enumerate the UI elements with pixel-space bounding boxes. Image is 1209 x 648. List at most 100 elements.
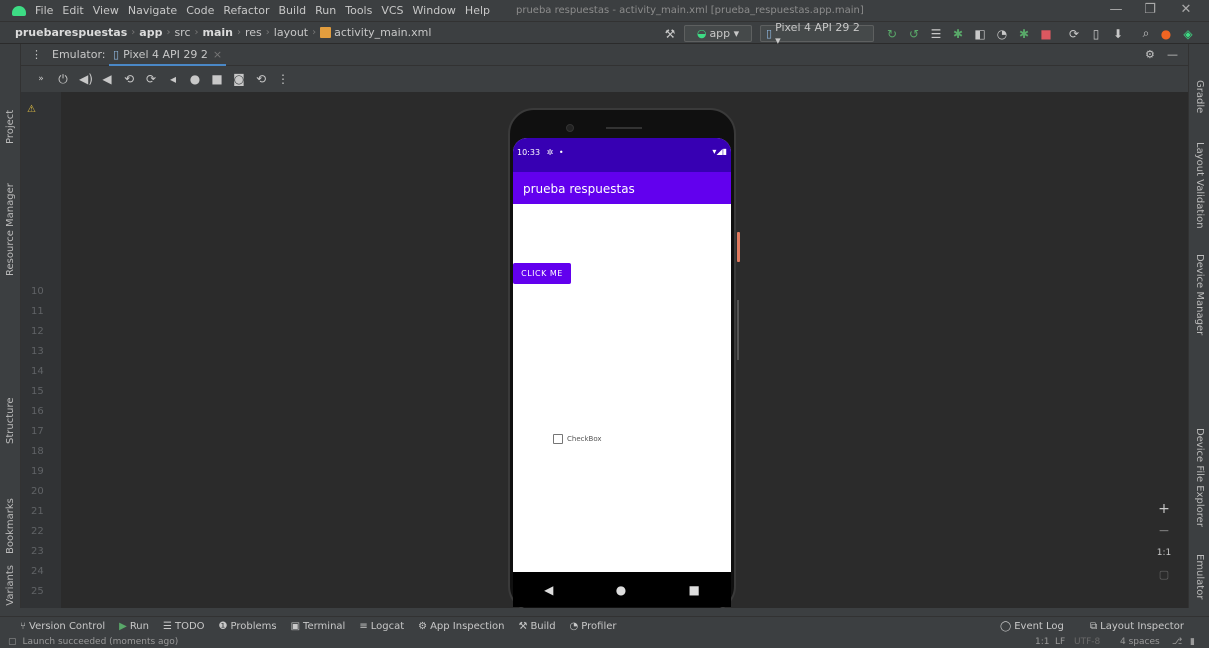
breadcrumb-main[interactable]: main <box>203 26 234 39</box>
rotate-right-icon[interactable]: ⟳ <box>145 72 157 86</box>
line-separator[interactable]: LF <box>1055 637 1065 647</box>
snapshot-icon[interactable]: ⟲ <box>255 72 267 86</box>
back-icon[interactable]: ◂ <box>167 72 179 86</box>
zoom-in-button[interactable]: + <box>1158 498 1170 520</box>
nav-recent-icon[interactable]: ■ <box>689 583 700 597</box>
phone-power-key[interactable] <box>737 232 740 262</box>
git-icon[interactable]: ⎇ <box>1172 637 1182 647</box>
indent-setting[interactable]: 4 spaces <box>1120 637 1160 647</box>
tool-layout-inspector[interactable]: ⧉ Layout Inspector <box>1090 621 1184 632</box>
apply-code-changes-icon[interactable]: ↺ <box>906 25 922 42</box>
breadcrumb-layout[interactable]: layout <box>274 26 308 39</box>
search-icon[interactable]: ⌕ <box>1138 25 1154 42</box>
panel-toggle-icon[interactable]: ▢ <box>8 637 17 647</box>
breadcrumb-app[interactable]: app <box>139 26 162 39</box>
tool-run[interactable]: ▶ Run <box>119 621 149 632</box>
hammer-icon[interactable]: ⚒ <box>662 25 678 42</box>
zoom-fit-icon[interactable]: ▢ <box>1159 564 1169 586</box>
restore-button[interactable]: ❐ <box>1140 2 1160 17</box>
tool-tab-layout-validation[interactable]: Layout Validation <box>1194 142 1205 229</box>
hide-panel-icon[interactable]: — <box>1167 48 1178 61</box>
menu-help[interactable]: Help <box>465 4 490 17</box>
tool-problems[interactable]: ❶ Problems <box>219 621 277 632</box>
power-icon[interactable]: ⏻ <box>57 72 69 87</box>
checkbox-box[interactable] <box>553 434 563 444</box>
zoom-out-button[interactable]: − <box>1158 520 1170 542</box>
status-message[interactable]: Launch succeeded (moments ago) <box>23 637 179 647</box>
attach-debugger-icon[interactable]: ✱ <box>1016 25 1032 42</box>
stop-icon[interactable]: ■ <box>1038 25 1054 42</box>
menu-tools[interactable]: Tools <box>345 4 372 17</box>
coverage-icon[interactable]: ◧ <box>972 25 988 42</box>
menu-file[interactable]: File <box>35 4 53 17</box>
assistant-icon[interactable]: ◈ <box>1180 25 1196 42</box>
tool-version-control[interactable]: ⑂ Version Control <box>20 621 105 632</box>
tool-todo[interactable]: ☰ TODO <box>163 621 205 632</box>
menu-view[interactable]: View <box>93 4 119 17</box>
menu-build[interactable]: Build <box>279 4 307 17</box>
tool-tab-structure[interactable]: Structure <box>5 397 16 444</box>
tool-tab-project[interactable]: Project <box>5 110 16 144</box>
home-icon[interactable]: ● <box>189 72 201 86</box>
tool-label: App Inspection <box>430 621 505 632</box>
zoom-actual-size-button[interactable]: 1:1 <box>1157 542 1171 564</box>
tool-event-log[interactable]: ◯ Event Log <box>1000 621 1064 632</box>
minimize-button[interactable]: — <box>1106 2 1126 17</box>
tool-terminal[interactable]: ▣ Terminal <box>291 621 346 632</box>
memory-icon[interactable]: ▮ <box>1190 637 1195 647</box>
menu-navigate[interactable]: Navigate <box>128 4 177 17</box>
update-icon[interactable]: ● <box>1158 25 1174 42</box>
device-select[interactable]: ▯ Pixel 4 API 29 2 ▾ <box>760 21 874 47</box>
menu-vcs[interactable]: VCS <box>381 4 403 17</box>
caret-position[interactable]: 1:1 <box>1035 637 1049 647</box>
gear-icon[interactable]: ⚙ <box>1145 48 1155 61</box>
sdk-manager-icon[interactable]: ⬇ <box>1110 25 1126 42</box>
apply-changes-icon[interactable]: ↻ <box>884 25 900 42</box>
file-encoding[interactable]: UTF-8 <box>1074 637 1100 647</box>
volume-up-icon[interactable]: ◀) <box>79 72 93 86</box>
more-icon[interactable]: ⋮ <box>31 48 42 61</box>
nav-back-icon[interactable]: ◀ <box>544 583 553 597</box>
nav-home-icon[interactable]: ● <box>616 583 626 597</box>
debug-icon[interactable]: ✱ <box>950 25 966 42</box>
tool-build[interactable]: ⚒ Build <box>518 621 555 632</box>
breadcrumb-src[interactable]: src <box>174 26 190 39</box>
close-button[interactable]: ✕ <box>1176 2 1196 17</box>
click-me-button[interactable]: CLICK ME <box>513 263 571 284</box>
tool-tab-device-manager[interactable]: Device Manager <box>1194 254 1205 335</box>
device-manager-icon[interactable]: ▯ <box>1088 25 1104 42</box>
expand-icon[interactable]: » <box>35 74 47 84</box>
tool-tab-bookmarks[interactable]: Bookmarks <box>5 498 16 554</box>
tool-tab-gradle[interactable]: Gradle <box>1194 80 1205 113</box>
rotate-left-icon[interactable]: ⟲ <box>123 72 135 86</box>
tool-logcat[interactable]: ≡ Logcat <box>359 621 404 632</box>
camera-icon[interactable]: ◙ <box>233 72 245 86</box>
menu-edit[interactable]: Edit <box>62 4 83 17</box>
tool-tab-emulator[interactable]: Emulator <box>1194 554 1205 599</box>
menu-code[interactable]: Code <box>186 4 214 17</box>
tool-tab-resource-manager[interactable]: Resource Manager <box>5 183 16 276</box>
problems-icon: ❶ <box>218 621 228 632</box>
volume-down-icon[interactable]: ◀ <box>101 72 113 86</box>
profile-icon[interactable]: ◔ <box>994 25 1010 42</box>
sync-gradle-icon[interactable]: ⟳ <box>1066 25 1082 42</box>
menu-refactor[interactable]: Refactor <box>223 4 269 17</box>
menu-window[interactable]: Window <box>413 4 456 17</box>
more-icon[interactable]: ⋮ <box>277 72 289 86</box>
debug-list-icon[interactable]: ☰ <box>928 25 944 42</box>
run-config-select[interactable]: ◒ app ▾ <box>684 25 752 42</box>
phone-screen[interactable]: 10:33 ✲ • ▾◢▮ prueba respuestas CLICK ME… <box>513 138 731 607</box>
menu-run[interactable]: Run <box>315 4 336 17</box>
line-number: 24 <box>31 566 44 577</box>
tool-app-inspection[interactable]: ⚙ App Inspection <box>418 621 504 632</box>
emulator-device-tab[interactable]: ▯ Pixel 4 API 29 2 × <box>109 44 227 66</box>
tool-tab-device-file-explorer[interactable]: Device File Explorer <box>1194 428 1205 527</box>
tool-profiler[interactable]: ◔ Profiler <box>570 621 617 632</box>
overview-icon[interactable]: ■ <box>211 72 223 86</box>
breadcrumb-file[interactable]: activity_main.xml <box>334 26 431 39</box>
phone-volume-key[interactable] <box>737 300 739 360</box>
breadcrumb-project[interactable]: pruebarespuestas <box>15 26 127 39</box>
close-tab-icon[interactable]: × <box>213 48 222 61</box>
checkbox[interactable]: CheckBox <box>553 434 602 444</box>
breadcrumb-res[interactable]: res <box>245 26 262 39</box>
